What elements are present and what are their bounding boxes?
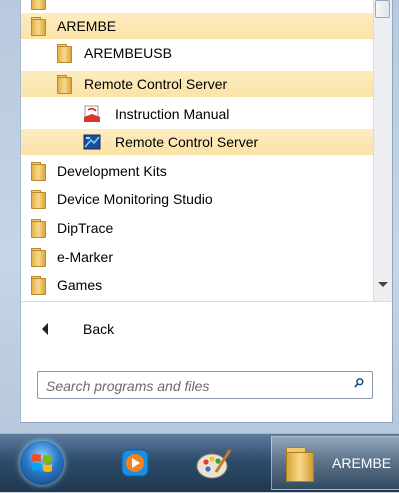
back-button[interactable]: Back [21, 314, 373, 344]
paint-palette-icon [196, 449, 232, 479]
start-menu-left-panel: AREMBE AREMBEUSB Remote Control Server I… [20, 0, 393, 423]
list-item-e-marker-folder[interactable]: e-Marker [21, 244, 373, 270]
list-item-partial[interactable] [21, 0, 373, 13]
list-item-label: Development Kits [57, 163, 167, 179]
divider [21, 301, 391, 302]
taskbar-window-label: AREMBE [332, 455, 392, 471]
list-item-label: Remote Control Server [115, 134, 259, 150]
folder-icon [286, 447, 316, 482]
back-arrow-icon [42, 323, 48, 335]
manual-pdf-icon [83, 105, 100, 123]
search-input[interactable] [44, 376, 338, 396]
search-box[interactable] [37, 371, 373, 399]
list-item-arembeusb-folder[interactable]: AREMBEUSB [21, 40, 373, 66]
start-menu: AREMBE AREMBEUSB Remote Control Server I… [0, 0, 399, 433]
list-item-label: DipTrace [57, 220, 114, 236]
list-item-instruction-manual[interactable]: Instruction Manual [21, 101, 373, 127]
scrollbar-thumb[interactable] [375, 0, 390, 18]
folder-icon [30, 0, 47, 10]
search-icon[interactable] [354, 378, 364, 388]
media-player-taskbar-button[interactable] [108, 440, 162, 488]
list-item-label: AREMBEUSB [84, 45, 172, 61]
folder-icon [30, 276, 47, 295]
folder-icon [30, 248, 47, 267]
list-item-diptrace-folder[interactable]: DipTrace [21, 215, 373, 241]
list-item-label: e-Marker [57, 249, 114, 265]
paint-taskbar-button[interactable] [186, 440, 240, 488]
arembe-folder-taskbar-button[interactable]: AREMBE [271, 436, 399, 490]
list-item-device-monitoring-studio-folder[interactable]: Device Monitoring Studio [21, 186, 373, 212]
program-list: AREMBE AREMBEUSB Remote Control Server I… [21, 0, 373, 301]
taskbar: AREMBE [0, 433, 399, 492]
folder-icon [30, 190, 47, 209]
list-item-label: AREMBE [57, 18, 117, 34]
windows-logo-icon [32, 454, 52, 472]
start-button[interactable] [20, 441, 64, 485]
list-item-arembe-folder[interactable]: AREMBE [21, 13, 373, 39]
list-item-label: Games [57, 277, 103, 293]
remote-server-app-icon [83, 133, 101, 151]
list-item-development-kits-folder[interactable]: Development Kits [21, 158, 373, 184]
list-item-games-folder[interactable]: Games [21, 272, 373, 298]
list-item-label: Instruction Manual [115, 106, 230, 122]
folder-icon [56, 75, 73, 94]
folder-icon [30, 17, 47, 36]
list-item-label: Remote Control Server [84, 76, 228, 92]
back-label: Back [83, 321, 115, 337]
program-list-scrollbar[interactable] [373, 0, 392, 301]
media-player-icon [121, 449, 149, 477]
folder-icon [30, 219, 47, 238]
list-item-remote-control-server-folder[interactable]: Remote Control Server [21, 71, 373, 97]
folder-icon [30, 162, 47, 181]
list-item-label: Device Monitoring Studio [57, 191, 213, 207]
list-item-remote-control-server-app[interactable]: Remote Control Server [21, 129, 373, 155]
scroll-down-arrow-icon[interactable] [378, 282, 388, 287]
folder-icon [56, 44, 73, 63]
